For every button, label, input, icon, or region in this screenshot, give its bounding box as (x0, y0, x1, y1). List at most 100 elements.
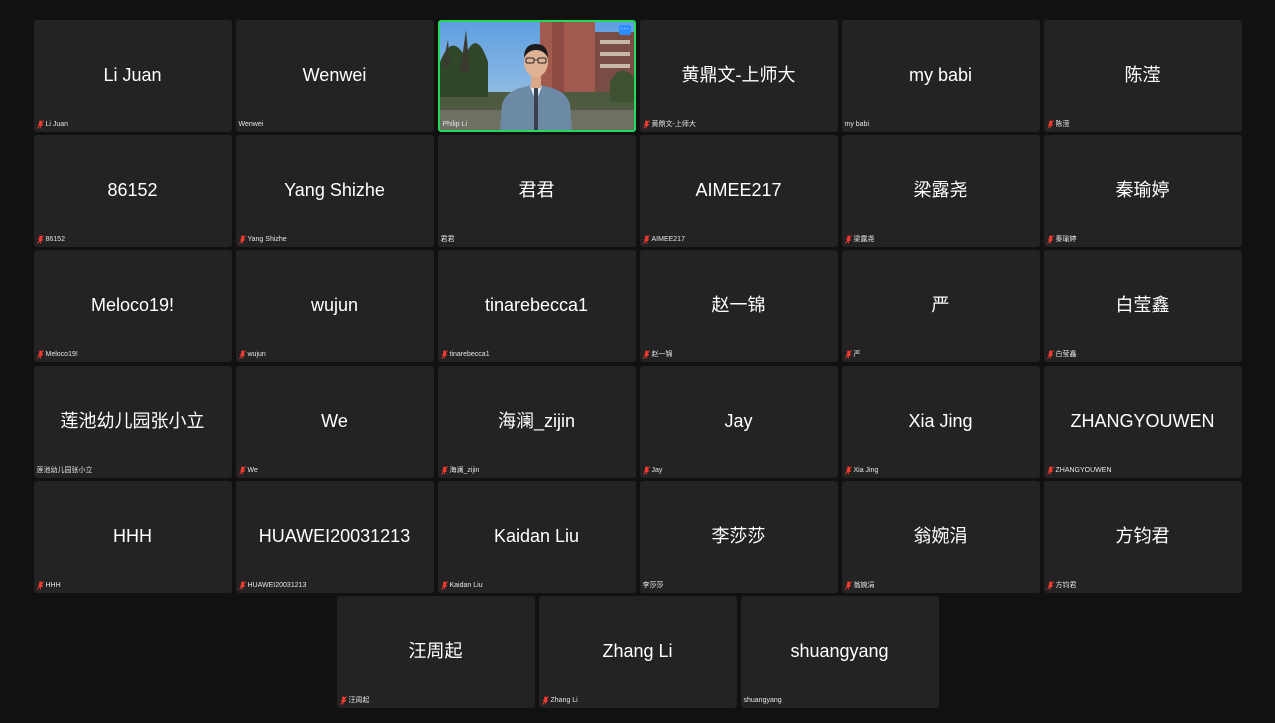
participant-footer: 方钧君 (1046, 580, 1077, 590)
participant-tile[interactable]: 白莹鑫 白莹鑫 (1043, 250, 1242, 362)
participant-name: ZHANGYOUWEN (1070, 411, 1215, 431)
participant-tile[interactable]: 方钧君 方钧君 (1043, 481, 1242, 593)
participant-name: Wenwei (302, 65, 367, 85)
participant-footer: 秦瑜婷 (1046, 234, 1077, 244)
participant-tile[interactable]: 严 严 (841, 250, 1040, 362)
mic-muted-icon (844, 465, 852, 475)
participant-tile[interactable]: We We (235, 366, 434, 478)
participant-label: my babi (844, 120, 870, 128)
participant-tile[interactable]: tinarebecca1 tinarebecca1 (437, 250, 636, 362)
mic-muted-icon (36, 580, 44, 590)
participant-label: HHH (45, 581, 61, 589)
participant-tile[interactable]: Xia Jing Xia Jing (841, 366, 1040, 478)
participant-name: Kaidan Liu (493, 526, 580, 546)
participant-name: 赵一锦 (711, 295, 766, 315)
participant-footer: 梁露尧 (844, 234, 875, 244)
participant-tile[interactable]: Jay Jay (639, 366, 838, 478)
participant-name: 方钧君 (1115, 526, 1170, 546)
participant-tile[interactable]: 梁露尧 梁露尧 (841, 135, 1040, 247)
participant-tile[interactable]: 海澜_zijin 海澜_zijin (437, 366, 636, 478)
mic-muted-icon (1046, 580, 1054, 590)
participant-tile[interactable]: HHH HHH (33, 481, 232, 593)
participant-label: 方钧君 (1055, 581, 1077, 589)
participant-name: my babi (908, 65, 973, 85)
participant-footer: Yang Shizhe (238, 234, 287, 244)
gallery-row: 莲池幼儿园张小立 莲池幼儿园张小立 We We 海澜_zijin 海澜_ziji… (0, 366, 1275, 478)
participant-tile[interactable]: 君君 君君 (437, 135, 636, 247)
participant-tile[interactable]: Yang Shizhe Yang Shizhe (235, 135, 434, 247)
participant-tile[interactable]: Kaidan Liu Kaidan Liu (437, 481, 636, 593)
participant-tile[interactable]: AIMEE217 AIMEE217 (639, 135, 838, 247)
participant-label: shuangyang (743, 696, 782, 704)
participant-tile[interactable]: 陈滢 陈滢 (1043, 20, 1242, 132)
participant-name: 白莹鑫 (1115, 295, 1170, 315)
participant-label: 86152 (45, 235, 65, 243)
participant-tile[interactable]: 翁婉涓 翁婉涓 (841, 481, 1040, 593)
participant-tile[interactable]: shuangyang shuangyang (740, 596, 939, 708)
participant-footer: Jay (642, 465, 662, 475)
participant-name: Li Juan (103, 65, 162, 85)
participant-footer: Li Juan (36, 119, 69, 129)
mic-muted-icon (440, 349, 448, 359)
participant-tile[interactable]: 莲池幼儿园张小立 莲池幼儿园张小立 (33, 366, 232, 478)
participant-tile[interactable]: wujun wujun (235, 250, 434, 362)
participant-footer: Kaidan Liu (440, 580, 483, 590)
mic-muted-icon (238, 234, 246, 244)
participant-footer: We (238, 465, 258, 475)
participant-tile[interactable]: HUAWEI20031213 HUAWEI20031213 (235, 481, 434, 593)
mic-muted-icon (642, 465, 650, 475)
participant-tile[interactable]: 秦瑜婷 秦瑜婷 (1043, 135, 1242, 247)
active-speaker-video-tile[interactable]: ··· Philip Li (437, 20, 636, 132)
participant-footer: 86152 (36, 234, 65, 244)
participant-tile[interactable]: 赵一锦 赵一锦 (639, 250, 838, 362)
gallery-row: 汪周起 汪周起 Zhang Li Zhang Li shuangyang shu… (0, 596, 1275, 708)
participant-label: 黄鼎文-上师大 (651, 120, 696, 128)
participant-tile[interactable]: Wenwei Wenwei (235, 20, 434, 132)
participant-label: 李莎莎 (642, 581, 664, 589)
gallery-row: Li Juan Li Juan Wenwei Wenwei ··· Philip… (0, 20, 1275, 132)
mic-muted-icon (642, 349, 650, 359)
mic-muted-icon (642, 234, 650, 244)
mic-muted-icon (1046, 465, 1054, 475)
participant-footer: Zhang Li (541, 695, 578, 705)
participant-name: Xia Jing (908, 411, 973, 431)
participant-tile[interactable]: 汪周起 汪周起 (336, 596, 535, 708)
gallery-row: 86152 86152 Yang Shizhe Yang Shizhe 君君 君… (0, 135, 1275, 247)
participant-name: Yang Shizhe (284, 180, 385, 200)
participant-tile[interactable]: Zhang Li Zhang Li (538, 596, 737, 708)
participant-tile[interactable]: 黄鼎文-上师大 黄鼎文-上师大 (639, 20, 838, 132)
participant-footer: 翁婉涓 (844, 580, 875, 590)
participant-tile[interactable]: ZHANGYOUWEN ZHANGYOUWEN (1043, 366, 1242, 478)
more-options-button[interactable]: ··· (618, 25, 631, 35)
participant-label: HUAWEI20031213 (247, 581, 307, 589)
mic-muted-icon (844, 580, 852, 590)
participant-video-feed (439, 22, 634, 130)
participant-name: AIMEE217 (695, 180, 782, 200)
participant-label: Li Juan (45, 120, 69, 128)
participant-label: We (247, 466, 258, 474)
participant-footer: Philip Li (443, 119, 468, 129)
participant-tile[interactable]: Meloco19! Meloco19! (33, 250, 232, 362)
participant-footer: 陈滢 (1046, 119, 1070, 129)
participant-label: 严 (853, 350, 861, 358)
participant-tile[interactable]: 李莎莎 李莎莎 (639, 481, 838, 593)
mic-muted-icon (541, 695, 549, 705)
participant-label: 汪周起 (348, 696, 370, 704)
participant-tile[interactable]: Li Juan Li Juan (33, 20, 232, 132)
participant-footer: 君君 (441, 234, 455, 244)
mic-muted-icon (844, 349, 852, 359)
participant-name: 秦瑜婷 (1115, 180, 1170, 200)
gallery-view: Li Juan Li Juan Wenwei Wenwei ··· Philip… (0, 0, 1275, 723)
participant-label: tinarebecca1 (449, 350, 490, 358)
participant-tile[interactable]: 86152 86152 (33, 135, 232, 247)
participant-label: 翁婉涓 (853, 581, 875, 589)
participant-label: Zhang Li (550, 696, 578, 704)
participant-footer: wujun (238, 349, 266, 359)
gallery-row: HHH HHH HUAWEI20031213 HUAWEI20031213 Ka… (0, 481, 1275, 593)
gallery-row: Meloco19! Meloco19! wujun wujun tinarebe… (0, 250, 1275, 362)
mic-muted-icon (238, 349, 246, 359)
participant-name: 梁露尧 (913, 180, 968, 200)
participant-name: 汪周起 (408, 641, 463, 661)
participant-name: 海澜_zijin (497, 411, 576, 431)
participant-tile[interactable]: my babi my babi (841, 20, 1040, 132)
